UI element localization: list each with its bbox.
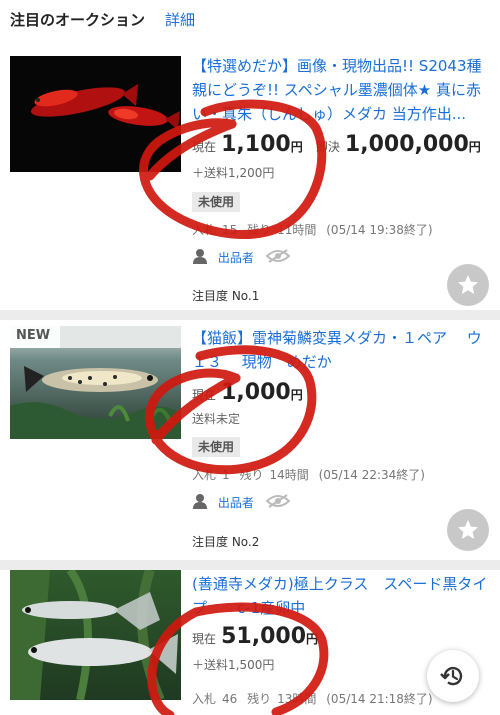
eye-icon[interactable] bbox=[265, 249, 291, 266]
section-title: 注目のオークション bbox=[10, 11, 146, 29]
end-time: (05/14 22:34終了) bbox=[318, 468, 425, 482]
yen-unit: 円 bbox=[290, 140, 303, 154]
star-icon bbox=[458, 275, 478, 294]
section-header: 注目のオークション 詳細 bbox=[0, 0, 500, 38]
yen-unit: 円 bbox=[290, 388, 303, 402]
seller-link[interactable]: 出品者 bbox=[218, 251, 254, 265]
buynow-price: 1,000,000 bbox=[344, 132, 469, 157]
auction-item-2[interactable]: NEW 【猫飯】雷神菊鱗変異メダカ・１ペア ウ１３ 現物 めだか 現在 1,00… bbox=[0, 320, 500, 560]
shipping-fee: ＋送料1,500円 bbox=[192, 658, 275, 672]
current-price: 1,000 bbox=[221, 380, 291, 405]
item-title[interactable]: 【特選めだか】画像・現物出品!! S2043種親にどうぞ!! スペシャル墨濃個体… bbox=[192, 54, 490, 126]
bids-count: 1 bbox=[222, 468, 230, 482]
divider bbox=[0, 310, 500, 320]
current-price: 51,000 bbox=[221, 624, 307, 649]
shipping-fee: 送料未定 bbox=[192, 412, 241, 426]
history-icon bbox=[440, 666, 463, 686]
yen-unit: 円 bbox=[306, 632, 319, 646]
price-row: 現在 1,000円 bbox=[192, 380, 492, 410]
attention-rank: 注目度 No.1 bbox=[192, 289, 260, 303]
remaining-label: 残り bbox=[247, 692, 272, 706]
bids-label: 入札 bbox=[192, 468, 217, 482]
remaining-time: 11時間 bbox=[277, 223, 317, 237]
seller-row[interactable]: 出品者 bbox=[192, 493, 291, 513]
divider bbox=[0, 560, 500, 570]
new-badge: NEW bbox=[10, 324, 60, 348]
remaining-label: 残り bbox=[247, 223, 272, 237]
remaining-label: 残り bbox=[239, 468, 264, 482]
attention-rank: 注目度 No.2 bbox=[192, 535, 260, 549]
condition-badge: 未使用 bbox=[192, 192, 241, 212]
item-title[interactable]: (善通寺メダカ)極上クラス スペード黒タイプ c-1産卵中 bbox=[192, 572, 490, 620]
bid-info: 入札 15 残り 11時間 (05/14 19:38終了) bbox=[192, 221, 439, 238]
history-button[interactable] bbox=[427, 650, 479, 702]
remaining-time: 14時間 bbox=[269, 468, 309, 482]
current-price: 1,100 bbox=[221, 132, 291, 157]
auction-item-1[interactable]: 【特選めだか】画像・現物出品!! S2043種親にどうぞ!! スペシャル墨濃個体… bbox=[0, 38, 500, 310]
current-label: 現在 bbox=[192, 388, 217, 402]
auction-item-3[interactable]: (善通寺メダカ)極上クラス スペード黒タイプ c-1産卵中 現在 51,000円… bbox=[0, 570, 500, 715]
person-icon bbox=[192, 493, 208, 512]
bids-label: 入札 bbox=[192, 223, 217, 237]
seller-row[interactable]: 出品者 bbox=[192, 248, 291, 268]
eye-icon[interactable] bbox=[265, 494, 291, 511]
person-icon bbox=[192, 248, 208, 267]
watch-button[interactable] bbox=[447, 509, 489, 551]
item-title[interactable]: 【猫飯】雷神菊鱗変異メダカ・１ペア ウ１３ 現物 めだか bbox=[192, 326, 490, 374]
shipping-fee: ＋送料1,200円 bbox=[192, 166, 275, 180]
yen-unit: 円 bbox=[468, 140, 481, 154]
condition-badge: 未使用 bbox=[192, 437, 241, 457]
bids-count: 15 bbox=[222, 223, 238, 237]
price-row: 現在 1,100円 即決 1,000,000円 bbox=[192, 132, 492, 162]
buynow-label: 即決 bbox=[315, 140, 340, 154]
item-thumbnail[interactable] bbox=[10, 56, 181, 172]
remaining-time: 13時間 bbox=[277, 692, 317, 706]
current-label: 現在 bbox=[192, 632, 217, 646]
seller-link[interactable]: 出品者 bbox=[218, 496, 254, 510]
end-time: (05/14 21:18終了) bbox=[326, 692, 433, 706]
bid-info: 入札 46 残り 13時間 (05/14 21:18終了) bbox=[192, 690, 439, 707]
detail-link[interactable]: 詳細 bbox=[165, 9, 195, 30]
bid-info: 入札 1 残り 14時間 (05/14 22:34終了) bbox=[192, 466, 431, 483]
item-thumbnail[interactable] bbox=[10, 570, 181, 700]
star-icon bbox=[458, 520, 478, 539]
bids-label: 入札 bbox=[192, 692, 217, 706]
current-label: 現在 bbox=[192, 140, 217, 154]
end-time: (05/14 19:38終了) bbox=[326, 223, 433, 237]
bids-count: 46 bbox=[222, 692, 238, 706]
watch-button[interactable] bbox=[447, 264, 489, 306]
